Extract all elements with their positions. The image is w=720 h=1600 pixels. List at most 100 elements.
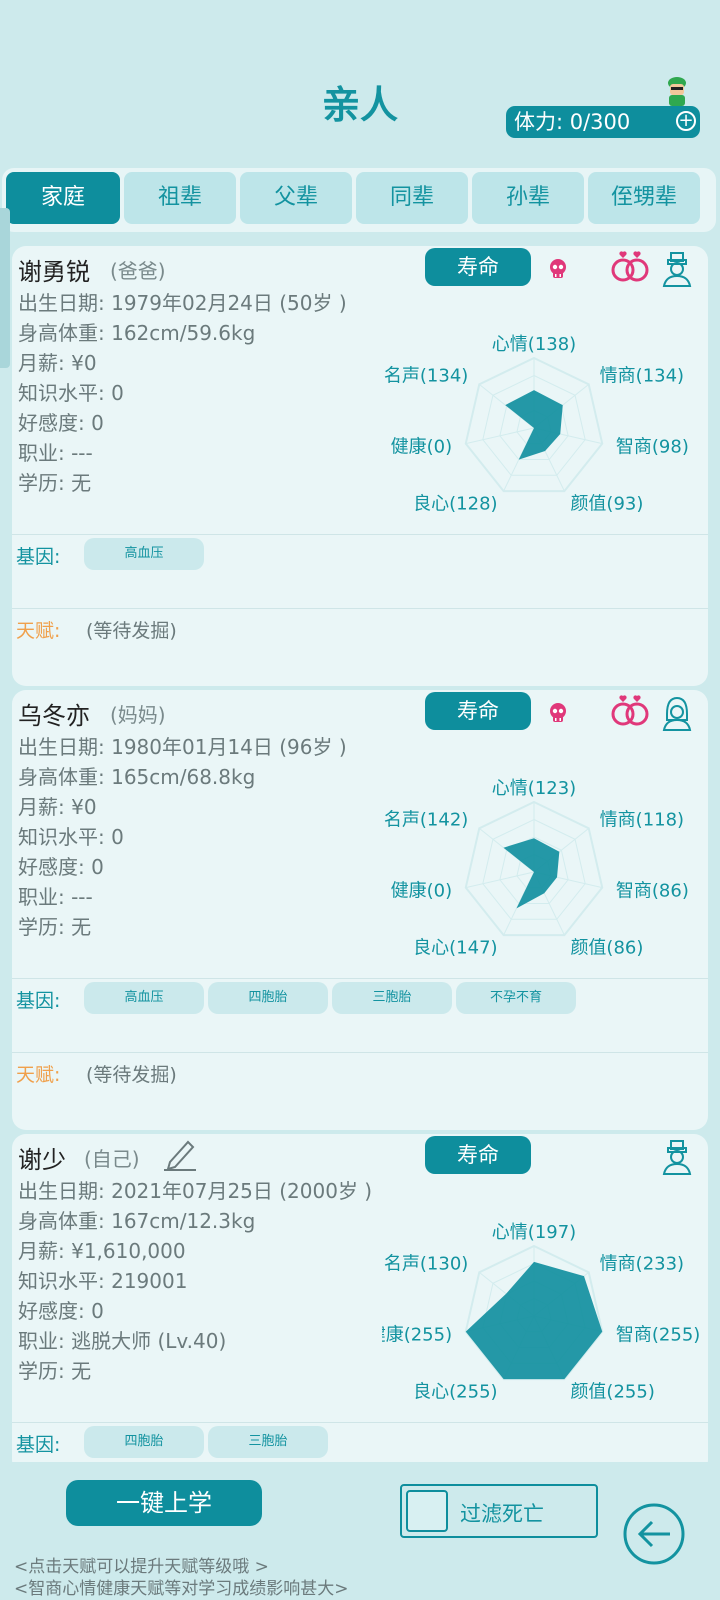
gene-label: 基因:: [16, 546, 61, 568]
stamina-text: 体力: 0/300: [514, 110, 631, 134]
gene-tag[interactable]: 三胞胎: [332, 982, 452, 1014]
info-salary: 月薪: ¥0: [18, 795, 97, 819]
talent-value[interactable]: (等待发掘): [86, 1060, 177, 1087]
tip-text: <智商心情健康天赋等对学习成绩影响甚大>: [14, 1579, 349, 1599]
info-knowledge: 知识水平: 0: [18, 381, 124, 405]
radar-axis-label: 颜值(255): [570, 1382, 654, 1403]
gene-tag[interactable]: 四胞胎: [84, 1426, 204, 1458]
info-height-weight: 身高体重: 167cm/12.3kg: [18, 1209, 256, 1233]
gene-label: 基因:: [16, 990, 61, 1012]
attribute-radar-chart: 心情(123) 情商(118) 智商(86) 颜值(86) 良心(147) 健康(0) 名声…: [384, 778, 689, 959]
one-click-school-button[interactable]: 一键上学: [66, 1480, 262, 1526]
marriage-rings-icon[interactable]: [609, 248, 651, 284]
info-salary: 月薪: ¥0: [18, 351, 97, 375]
talent-label: 天赋:: [16, 620, 61, 642]
relation-label: (自己): [84, 1147, 140, 1171]
add-stamina-button[interactable]: +: [676, 111, 696, 131]
info-salary: 月薪: ¥1,610,000: [18, 1239, 186, 1263]
tab-nephews[interactable]: 侄甥辈: [588, 172, 700, 224]
info-birthdate: 出生日期: 1979年02月24日 (50岁 ): [18, 291, 347, 315]
info-height-weight: 身高体重: 165cm/68.8kg: [18, 765, 256, 789]
filter-dead-toggle[interactable]: 过滤死亡: [400, 1484, 598, 1538]
radar-axis-label: 良心(128): [413, 494, 497, 515]
relation-label: (爸爸): [110, 259, 166, 283]
lifespan-button[interactable]: 寿命: [425, 1136, 531, 1174]
divider: [12, 608, 708, 609]
tab-grandparents[interactable]: 祖辈: [124, 172, 236, 224]
radar-axis-label: 良心(255): [413, 1382, 497, 1403]
radar-axis-label: 颜值(93): [570, 494, 643, 515]
info-birthdate: 出生日期: 2021年07月25日 (2000岁 ): [18, 1179, 373, 1203]
divider: [12, 978, 708, 979]
radar-axis-label: 智商(255): [616, 1325, 700, 1346]
lifespan-button[interactable]: 寿命: [425, 248, 531, 286]
tab-grandchildren[interactable]: 孙辈: [472, 172, 584, 224]
relative-card-mother: 乌冬亦 (妈妈) 寿命 出生日期: 1980年01月14日 (96岁 ) 身高体…: [12, 690, 708, 1130]
gene-label: 基因:: [16, 1434, 61, 1456]
back-arrow-icon[interactable]: [622, 1502, 686, 1566]
radar-axis-label: 颜值(86): [570, 938, 643, 959]
radar-axis-label: 心情(138): [492, 334, 576, 355]
female-avatar-icon[interactable]: [659, 694, 695, 732]
tab-bar: 家庭 祖辈 父辈 同辈 孙辈 侄甥辈: [2, 168, 716, 232]
marriage-rings-icon[interactable]: [609, 692, 651, 728]
gene-tag[interactable]: 高血压: [84, 538, 204, 570]
tab-peers[interactable]: 同辈: [356, 172, 468, 224]
player-avatar-icon[interactable]: [664, 76, 690, 108]
gene-tag[interactable]: 高血压: [84, 982, 204, 1014]
radar-axis-label: 心情(197): [492, 1222, 576, 1243]
radar-axis-label: 情商(118): [600, 810, 684, 831]
divider: [12, 1052, 708, 1053]
radar-axis-label: 健康(255): [382, 1325, 452, 1346]
info-affection: 好感度: 0: [18, 411, 104, 435]
attribute-radar-chart: 心情(197) 情商(233) 智商(255) 颜值(255) 良心(255) 健康(25…: [382, 1222, 700, 1403]
radar-value-area: [503, 838, 560, 909]
info-education: 学历: 无: [18, 1359, 92, 1383]
info-affection: 好感度: 0: [18, 1299, 104, 1323]
male-avatar-icon[interactable]: [659, 1138, 695, 1176]
info-job: 职业: ---: [18, 885, 93, 909]
info-birthdate: 出生日期: 1980年01月14日 (96岁 ): [18, 735, 347, 759]
relative-name: 乌冬亦: [18, 702, 90, 730]
info-affection: 好感度: 0: [18, 855, 104, 879]
relative-info: 出生日期: 2021年07月25日 (2000岁 ) 身高体重: 167cm/1…: [18, 1176, 372, 1386]
radar-axis-label: 良心(147): [413, 938, 497, 959]
tab-family[interactable]: 家庭: [6, 172, 120, 224]
radar-value-area: [505, 390, 563, 460]
divider: [12, 534, 708, 535]
skull-icon[interactable]: [547, 258, 569, 280]
talent-label: 天赋:: [16, 1064, 61, 1086]
talent-value[interactable]: (等待发掘): [86, 616, 177, 643]
info-knowledge: 知识水平: 0: [18, 825, 124, 849]
divider: [12, 1422, 708, 1423]
filter-checkbox[interactable]: [406, 1490, 448, 1532]
info-education: 学历: 无: [18, 915, 92, 939]
info-height-weight: 身高体重: 162cm/59.6kg: [18, 321, 256, 345]
edit-pencil-icon[interactable]: [162, 1134, 198, 1172]
tab-parents[interactable]: 父辈: [240, 172, 352, 224]
relative-info: 出生日期: 1979年02月24日 (50岁 ) 身高体重: 162cm/59.…: [18, 288, 347, 498]
attribute-radar-chart: 心情(138) 情商(134) 智商(98) 颜值(93) 良心(128) 健康(0) 名声…: [384, 334, 689, 515]
radar-axis-label: 情商(233): [600, 1254, 684, 1275]
male-avatar-icon[interactable]: [659, 250, 695, 288]
info-job: 职业: ---: [18, 441, 93, 465]
gene-tag[interactable]: 不孕不育: [456, 982, 576, 1014]
info-knowledge: 知识水平: 219001: [18, 1269, 188, 1293]
info-education: 学历: 无: [18, 471, 92, 495]
stamina-bar: 体力: 0/300 +: [506, 106, 700, 138]
scroll-handle[interactable]: [0, 208, 10, 368]
relative-card-self: 谢少 (自己) 寿命 出生日期: 2021年07月25日 (2000岁 ) 身高…: [12, 1134, 708, 1474]
relative-name: 谢少: [18, 1146, 66, 1174]
info-job: 职业: 逃脱大师 (Lv.40): [18, 1329, 227, 1353]
radar-axis-label: 健康(0): [391, 437, 453, 458]
relative-card-father: 谢勇锐 (爸爸) 寿命 出生日期: 1979年02月24日 (50岁 ) 身高体…: [12, 246, 708, 686]
radar-value-area: [465, 1261, 603, 1380]
radar-axis-label: 名声(142): [384, 810, 468, 831]
skull-icon[interactable]: [547, 702, 569, 724]
gene-tag[interactable]: 三胞胎: [208, 1426, 328, 1458]
radar-axis-label: 健康(0): [391, 881, 453, 902]
filter-label: 过滤死亡: [460, 1502, 544, 1526]
gene-tag[interactable]: 四胞胎: [208, 982, 328, 1014]
radar-axis-label: 名声(134): [384, 366, 468, 387]
lifespan-button[interactable]: 寿命: [425, 692, 531, 730]
